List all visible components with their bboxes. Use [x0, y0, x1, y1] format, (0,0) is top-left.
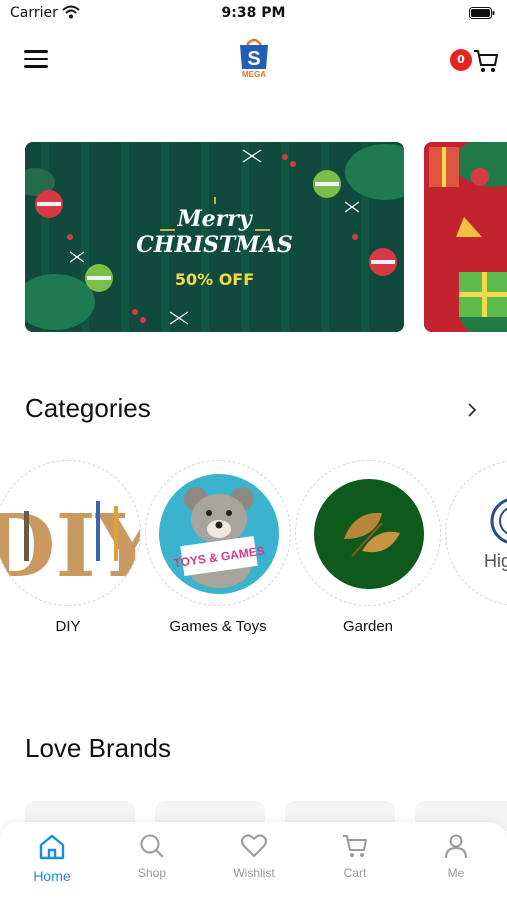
nav-home[interactable]: Home [2, 832, 102, 892]
category-hig[interactable]: Hig Hig [445, 460, 507, 640]
nav-me[interactable]: Me [406, 832, 506, 892]
header-cart-button[interactable]: 0 [448, 46, 500, 76]
battery-icon [469, 7, 495, 19]
nav-cart-label: Cart [343, 866, 367, 880]
nav-shop[interactable]: Shop [102, 832, 202, 892]
category-hig-image: Hig [445, 460, 507, 606]
nav-wishlist[interactable]: Wishlist [204, 832, 304, 892]
clock: 9:38 PM [221, 5, 286, 21]
cart-icon [474, 50, 498, 72]
christmas-banner[interactable]: Merry CHRISTMAS 50% OFF [25, 142, 404, 332]
category-label: Hig [445, 618, 507, 635]
brands-title: Love Brands [25, 733, 171, 763]
categories-title: Categories [25, 393, 151, 423]
banner-title-line2: CHRISTMAS [136, 232, 293, 258]
category-label: Games & Toys [169, 618, 267, 635]
nav-wishlist-label: Wishlist [233, 866, 275, 880]
category-list[interactable]: DIY DIY TOYS & GAMES Gam [0, 460, 507, 640]
banner-offer: 50% OFF [174, 270, 255, 289]
gift-banner-image [424, 142, 507, 332]
nav-shop-label: Shop [137, 866, 167, 880]
nav-home-label: Home [33, 868, 71, 884]
category-games-toys[interactable]: TOYS & GAMES Games & Toys [145, 460, 291, 640]
home-icon [39, 834, 65, 860]
category-hig-image-text: Hig [484, 551, 507, 571]
nav-me-label: Me [447, 866, 465, 880]
app-logo: S MEGA [240, 38, 268, 79]
nav-cart[interactable]: Cart [305, 832, 405, 892]
category-garden[interactable]: Garden [295, 460, 441, 640]
cart-icon [343, 835, 367, 857]
category-garden-image [295, 460, 441, 606]
category-diy[interactable]: DIY DIY [0, 460, 141, 640]
chevron-right-icon[interactable] [464, 402, 480, 418]
heart-icon [241, 834, 267, 857]
gift-banner[interactable] [424, 142, 507, 332]
category-label: Garden [342, 618, 394, 635]
status-bar: Carrier 9:38 PM [0, 0, 507, 28]
logo-text: MEGA [242, 70, 266, 79]
category-diy-image: DIY [0, 460, 141, 606]
svg-text:S: S [247, 48, 260, 70]
category-label: DIY [55, 618, 81, 635]
search-icon [140, 834, 164, 858]
category-diy-image-text: DIY [0, 496, 141, 597]
banner-title-line1: Merry [177, 206, 252, 232]
hamburger-menu-icon[interactable] [24, 50, 48, 70]
user-icon [445, 834, 467, 859]
promo-banner-carousel[interactable]: Merry CHRISTMAS 50% OFF [25, 142, 507, 332]
cart-count-badge: 0 [450, 49, 472, 71]
category-games-toys-image: TOYS & GAMES [145, 460, 291, 606]
bottom-navigation: Home Shop Wishlist Cart Me [0, 822, 507, 900]
